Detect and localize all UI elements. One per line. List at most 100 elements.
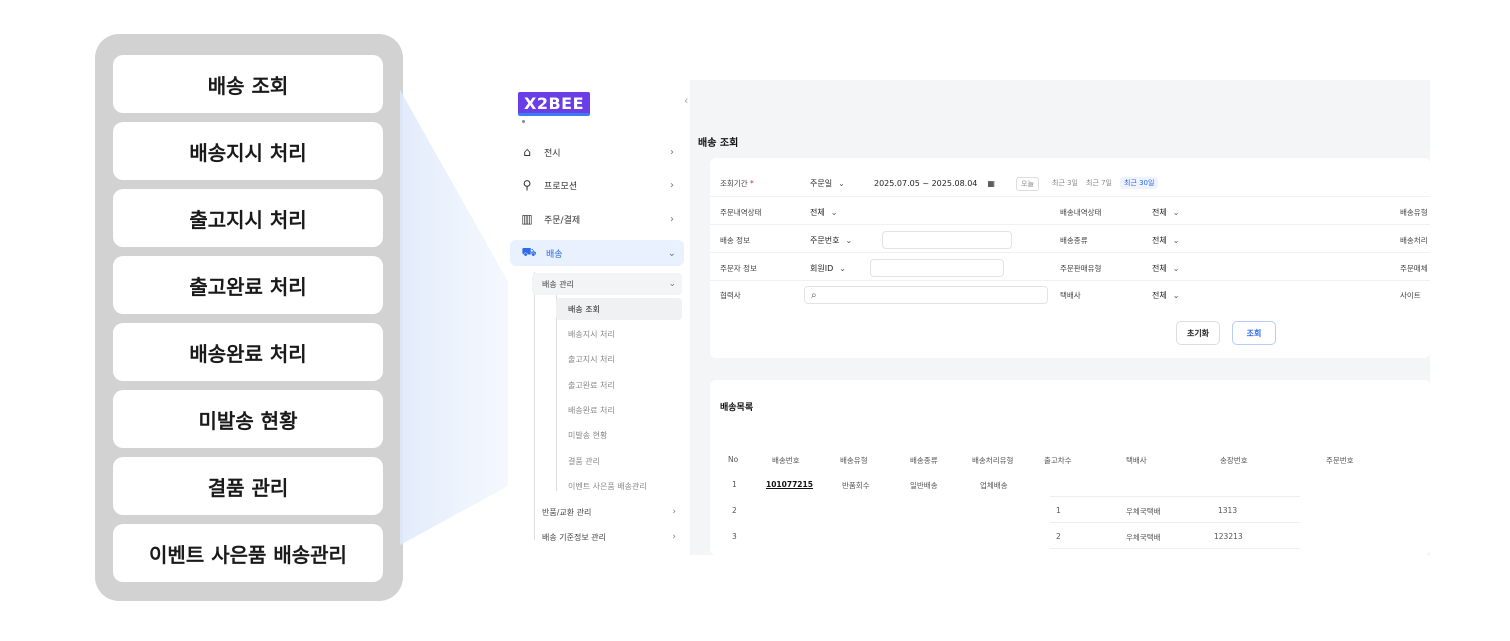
filter-label: 배송종류 (1060, 235, 1088, 245)
callout-beam (400, 90, 510, 545)
filter-row-partner: 협력사 ⌕ 택배사 전체 ⌄ 사이트 (710, 284, 1430, 306)
page-title: 배송 조회 (698, 138, 739, 149)
column-header: 배송번호 (772, 456, 800, 465)
menu-leaf-event-gift[interactable]: 이벤트 사은품 배송관리 (556, 475, 682, 497)
menu-leaf-delivery-order[interactable]: 배송지시 처리 (556, 323, 682, 345)
chevron-right-icon: › (672, 507, 676, 517)
sidebar-item-display[interactable]: ⌂ 전시 › (508, 139, 682, 165)
search-button[interactable]: 조회 (1232, 321, 1276, 345)
cell-no: 2 (732, 506, 737, 515)
cell-no: 1 (732, 480, 737, 489)
filter-label: 배송처리 (1400, 235, 1428, 245)
filter-card: 조회기간 * 주문일 ⌄ 2025.07.05 ~ 2025.08.04 ▦ 오늘… (710, 158, 1430, 358)
cell-out-seq: 2 (1056, 532, 1061, 541)
reset-button[interactable]: 초기화 (1176, 321, 1220, 345)
filter-row-ship-info: 배송 정보 주문번호 ⌄ 배송종류 전체 ⌄ 배송처리 (710, 229, 1430, 251)
order-status-select[interactable]: 전체 ⌄ (810, 203, 837, 221)
cell-courier: 우체국택배 (1126, 533, 1161, 542)
quick-3days[interactable]: 최근 3일 (1052, 178, 1078, 188)
column-header: 택배사 (1126, 456, 1147, 465)
date-range-input[interactable]: 2025.07.05 ~ 2025.08.04 ▦ (874, 174, 995, 192)
sidebar-item-label: 주문/결제 (544, 215, 581, 226)
chevron-down-icon: ⌄ (1172, 263, 1180, 273)
orderer-input[interactable] (870, 259, 1004, 277)
divider (710, 280, 1430, 281)
chevron-right-icon: › (670, 146, 674, 158)
column-header: No (728, 455, 739, 464)
admin-app-window: X2BEE ‹ ⌂ 전시 › ⚲ 프로모션 › ▥ 주문/결제 › ⛟ 배송 ⌄… (508, 80, 1430, 555)
collapse-sidebar-icon[interactable]: ‹ (684, 94, 688, 107)
tree-line (534, 272, 535, 540)
ship-kind-select[interactable]: 전체 ⌄ (1152, 231, 1179, 249)
feature-item: 출고지시 처리 (113, 189, 383, 247)
submenu-delivery-base-info[interactable]: 배송 기준정보 관리 › (532, 526, 682, 548)
chevron-down-icon: ⌄ (668, 279, 676, 289)
list-card: 배송목록 (710, 380, 1430, 555)
column-header: 배송유형 (840, 456, 868, 465)
menu-leaf-delivery-inquiry[interactable]: 배송 조회 (556, 298, 682, 320)
column-header: 주문번호 (1326, 456, 1354, 465)
chevron-down-icon: ⌄ (845, 235, 853, 245)
courier-select[interactable]: 전체 ⌄ (1152, 286, 1179, 304)
feature-item: 배송지시 처리 (113, 122, 383, 180)
chevron-down-icon: ⌄ (830, 207, 838, 217)
cell-invoice: 1313 (1218, 506, 1238, 515)
sidebar: X2BEE ‹ ⌂ 전시 › ⚲ 프로모션 › ▥ 주문/결제 › ⛟ 배송 ⌄… (508, 80, 688, 555)
cell-no: 3 (732, 532, 737, 541)
sidebar-item-promotion[interactable]: ⚲ 프로모션 › (508, 172, 682, 198)
ship-info-input[interactable] (882, 231, 1012, 249)
submenu-label: 배송 기준정보 관리 (542, 532, 606, 542)
menu-leaf-shortage[interactable]: 결품 관리 (556, 450, 682, 472)
filter-row-orderer: 주문자 정보 회원ID ⌄ 주문판매유형 전체 ⌄ 주문매체 (710, 257, 1430, 279)
filter-label: 배송유형 (1400, 207, 1428, 217)
truck-icon: ⛟ (521, 245, 537, 259)
cell-ship-kind: 일반배송 (910, 481, 938, 490)
filter-label: 협력사 (720, 290, 741, 300)
chevron-down-icon: ⌄ (838, 178, 845, 188)
feature-list-panel: 배송 조회 배송지시 처리 출고지시 처리 출고완료 처리 배송완료 처리 미발… (95, 34, 403, 601)
row-divider (1050, 548, 1300, 549)
sidebar-item-delivery[interactable]: ⛟ 배송 ⌄ (510, 240, 684, 266)
menu-leaf-release-complete[interactable]: 출고완료 처리 (556, 374, 682, 396)
quick-30days[interactable]: 최근 30일 (1120, 177, 1159, 189)
chevron-right-icon: › (672, 532, 676, 542)
main-content: 배송 조회 조회기간 * 주문일 ⌄ 2025.07.05 ~ 2025.08.0… (690, 80, 1430, 555)
feature-item: 배송완료 처리 (113, 323, 383, 381)
partner-search-input[interactable]: ⌕ (804, 286, 1048, 304)
feature-item: 출고완료 처리 (113, 256, 383, 314)
cell-out-seq: 1 (1056, 506, 1061, 515)
filter-label: 주문매체 (1400, 263, 1428, 273)
quick-today[interactable]: 오늘 (1016, 177, 1039, 191)
period-type-select[interactable]: 주문일 ⌄ (810, 174, 845, 192)
ship-info-type-select[interactable]: 주문번호 ⌄ (810, 231, 852, 249)
filter-label: 조회기간 * (720, 178, 754, 188)
menu-leaf-delivery-complete[interactable]: 배송완료 처리 (556, 399, 682, 421)
feature-item: 결품 관리 (113, 457, 383, 515)
filter-row-status: 주문내역상태 전체 ⌄ 배송내역상태 전체 ⌄ 배송유형 (710, 201, 1430, 223)
chevron-down-icon: ⌄ (1172, 290, 1180, 300)
submenu-label: 배송 관리 (542, 279, 574, 289)
menu-leaf-unshipped[interactable]: 미발송 현황 (556, 424, 682, 446)
divider (710, 196, 1430, 197)
search-icon: ⌕ (811, 289, 817, 301)
column-header: 출고차수 (1044, 456, 1072, 465)
filter-label: 배송내역상태 (1060, 207, 1102, 217)
divider (710, 224, 1430, 225)
orderer-type-select[interactable]: 회원ID ⌄ (810, 259, 846, 277)
filter-label: 주문내역상태 (720, 207, 762, 217)
chevron-down-icon: ⌄ (1172, 207, 1180, 217)
bag-icon: ⌂ (523, 145, 531, 159)
quick-7days[interactable]: 최근 7일 (1086, 178, 1112, 188)
submenu-return-exchange[interactable]: 반품/교환 관리 › (532, 501, 682, 523)
submenu-delivery-management[interactable]: 배송 관리 ⌄ (532, 273, 682, 295)
sale-type-select[interactable]: 전체 ⌄ (1152, 259, 1179, 277)
filter-label: 주문판매유형 (1060, 263, 1102, 273)
sidebar-item-order[interactable]: ▥ 주문/결제 › (508, 206, 682, 232)
cell-proc-type: 업체배송 (980, 481, 1008, 490)
ship-status-select[interactable]: 전체 ⌄ (1152, 203, 1179, 221)
menu-leaf-release-order[interactable]: 출고지시 처리 (556, 348, 682, 370)
cell-ship-no-link[interactable]: 101077215 (766, 480, 813, 489)
cell-ship-type: 반품회수 (842, 481, 870, 490)
chevron-right-icon: › (670, 179, 674, 191)
calendar-icon[interactable]: ▦ (987, 179, 995, 188)
